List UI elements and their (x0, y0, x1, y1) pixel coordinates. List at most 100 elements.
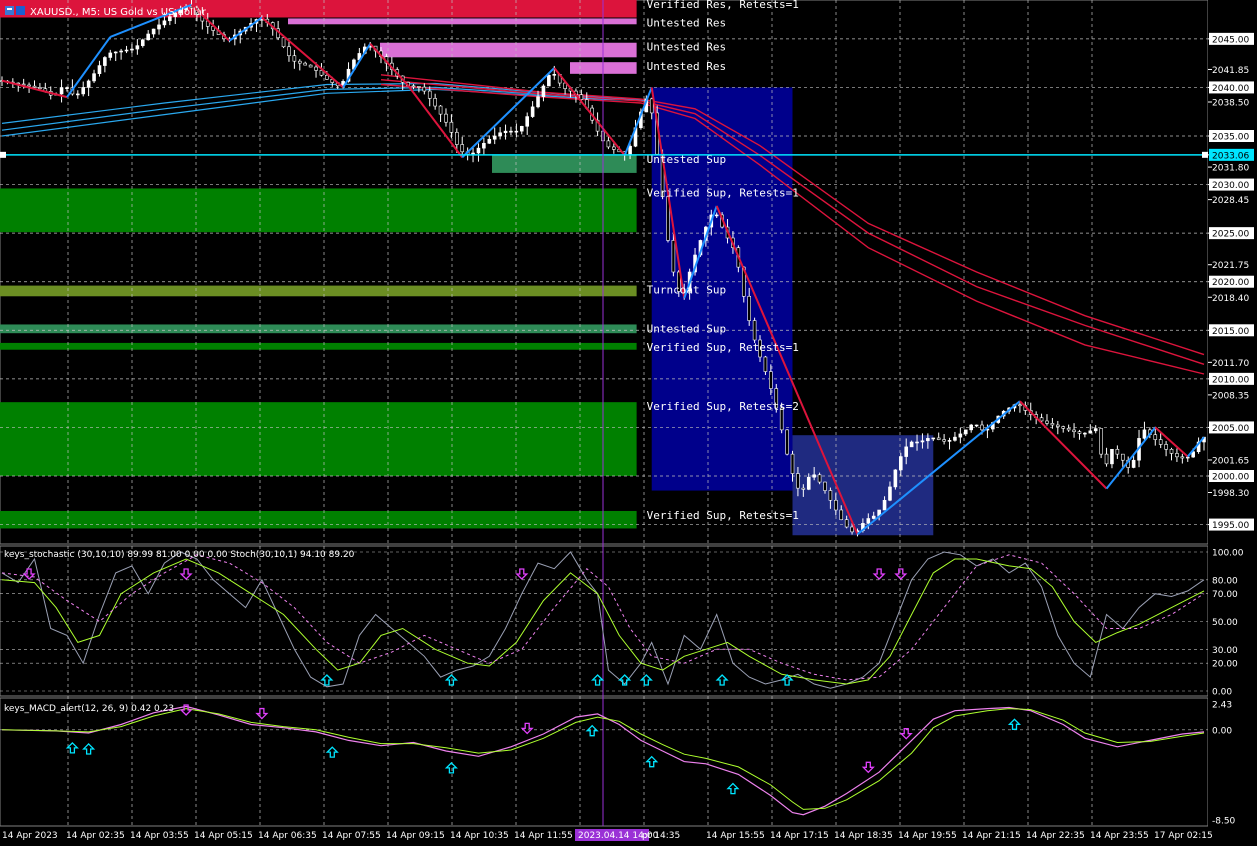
candle-body (27, 84, 31, 87)
candle-body (963, 429, 968, 435)
candle-body (1088, 430, 1093, 434)
zone-label: Verified Sup, Retests=1 (647, 186, 799, 199)
arrow-up-icon (645, 755, 659, 768)
arrow-up-icon (444, 761, 458, 774)
candle-body (926, 438, 930, 442)
zigzag-segment (261, 16, 344, 89)
zigzag-segment (461, 67, 555, 159)
candle-body (135, 45, 140, 50)
candle-body (281, 37, 286, 48)
price-line-handle (0, 151, 6, 158)
zone-label: Turncoat Sup (647, 284, 726, 297)
zone-label: Verified Res, Retests=1 (647, 0, 799, 11)
time-label: 14 Apr 17:15 (770, 831, 829, 841)
arrow-up-icon (726, 782, 740, 795)
candle-body (834, 499, 838, 511)
candle-body (297, 60, 302, 64)
candle-body (81, 87, 86, 95)
candle-body (1142, 429, 1147, 439)
candle-body (492, 135, 497, 140)
price-label: 2021.75 (1212, 261, 1249, 271)
stoch-level-label: 0.00 (1212, 688, 1232, 698)
menu-icon[interactable] (5, 6, 14, 15)
price-label: 2008.35 (1212, 391, 1249, 401)
arrow-up-icon (325, 746, 339, 758)
price-label: 2031.80 (1212, 164, 1249, 174)
price-label: 1998.30 (1212, 489, 1249, 499)
price-label: 2011.70 (1212, 359, 1249, 369)
candle-body (969, 424, 973, 431)
arrow-down-icon (899, 728, 913, 740)
stoch-level-label: 80.00 (1212, 576, 1238, 586)
ma-blue-line (1, 88, 652, 137)
candle-body (1045, 420, 1049, 424)
sr-zone (0, 342, 637, 350)
stoch-level-label: 30.00 (1212, 646, 1238, 656)
window-title: XAUUSD., M5: US Gold vs US dollar (30, 7, 207, 18)
candle-body (140, 39, 145, 46)
candle-body (460, 144, 465, 153)
candle-body (947, 440, 952, 442)
candle-body (32, 85, 37, 88)
price-label: 2000.00 (1212, 473, 1249, 483)
candle-body (893, 469, 898, 488)
zigzag-segment (228, 16, 263, 42)
candle-body (915, 441, 919, 444)
arrow-down-icon (22, 568, 36, 580)
candle-body (308, 64, 313, 68)
candle-body (888, 486, 892, 501)
candle-body (1175, 453, 1179, 458)
candle-body (509, 130, 513, 133)
candle-body (817, 474, 822, 483)
candle-body (119, 50, 123, 53)
sr-zone (288, 18, 637, 25)
candle-body (1066, 427, 1071, 431)
time-label: 14 Apr 05:15 (194, 831, 253, 841)
price-label: 2001.65 (1212, 456, 1249, 466)
stoch-level-label: 20.00 (1212, 660, 1238, 670)
candle-body (530, 106, 535, 117)
candle-body (769, 371, 773, 389)
candle-body (124, 49, 129, 52)
candle-body (444, 113, 448, 123)
stoch-level-label: 50.00 (1212, 618, 1238, 628)
chart-canvas[interactable]: Verified Res, Retests=1 Untested Res Untes… (0, 0, 1257, 846)
candle-body (552, 74, 557, 76)
candle-body (303, 62, 308, 66)
candle-body (130, 48, 134, 51)
candle-body (1185, 456, 1190, 459)
arrow-up-icon (82, 743, 96, 755)
zone-label: Untested Res (647, 16, 726, 29)
candle-body (1115, 448, 1120, 455)
candle-body (649, 98, 654, 114)
time-axis: 14 Apr 2023 14 Apr 02:35 14 Apr 03:55 14 Ap… (2, 829, 1213, 841)
candle-body (1099, 428, 1103, 455)
time-label: 14 Apr 09:15 (386, 831, 445, 841)
trading-chart-window[interactable]: Verified Res, Retests=1 Untested Res Untes… (0, 0, 1257, 846)
macd-level-label: 0.00 (1212, 726, 1232, 736)
candle-body (65, 87, 69, 89)
price-label: 2018.40 (1212, 294, 1249, 304)
candle-body (812, 474, 816, 478)
candle-body (449, 121, 454, 133)
zigzag-segment (1105, 426, 1157, 490)
zone-label: Untested Res (647, 41, 726, 54)
price-label: 2035.00 (1212, 133, 1249, 143)
candle-body (1153, 434, 1158, 440)
time-label: 14 Apr 02:35 (66, 831, 125, 841)
candle-body (38, 87, 42, 90)
menu-icon-bar (7, 8, 12, 10)
candle-body (1158, 439, 1163, 445)
time-label: 14 Apr 11:55 (514, 831, 573, 841)
sr-zone (492, 154, 637, 173)
zigzag-segment (342, 43, 372, 88)
price-label: 1995.00 (1212, 521, 1249, 531)
candle-body (411, 85, 416, 88)
sr-zone (0, 510, 637, 529)
arrow-up-icon (65, 741, 79, 754)
candle-body (157, 24, 161, 30)
candle-body (936, 437, 941, 440)
sr-zone (0, 402, 637, 476)
candle-body (86, 80, 91, 88)
zone-label: Verified Sup, Retests=2 (647, 400, 799, 413)
